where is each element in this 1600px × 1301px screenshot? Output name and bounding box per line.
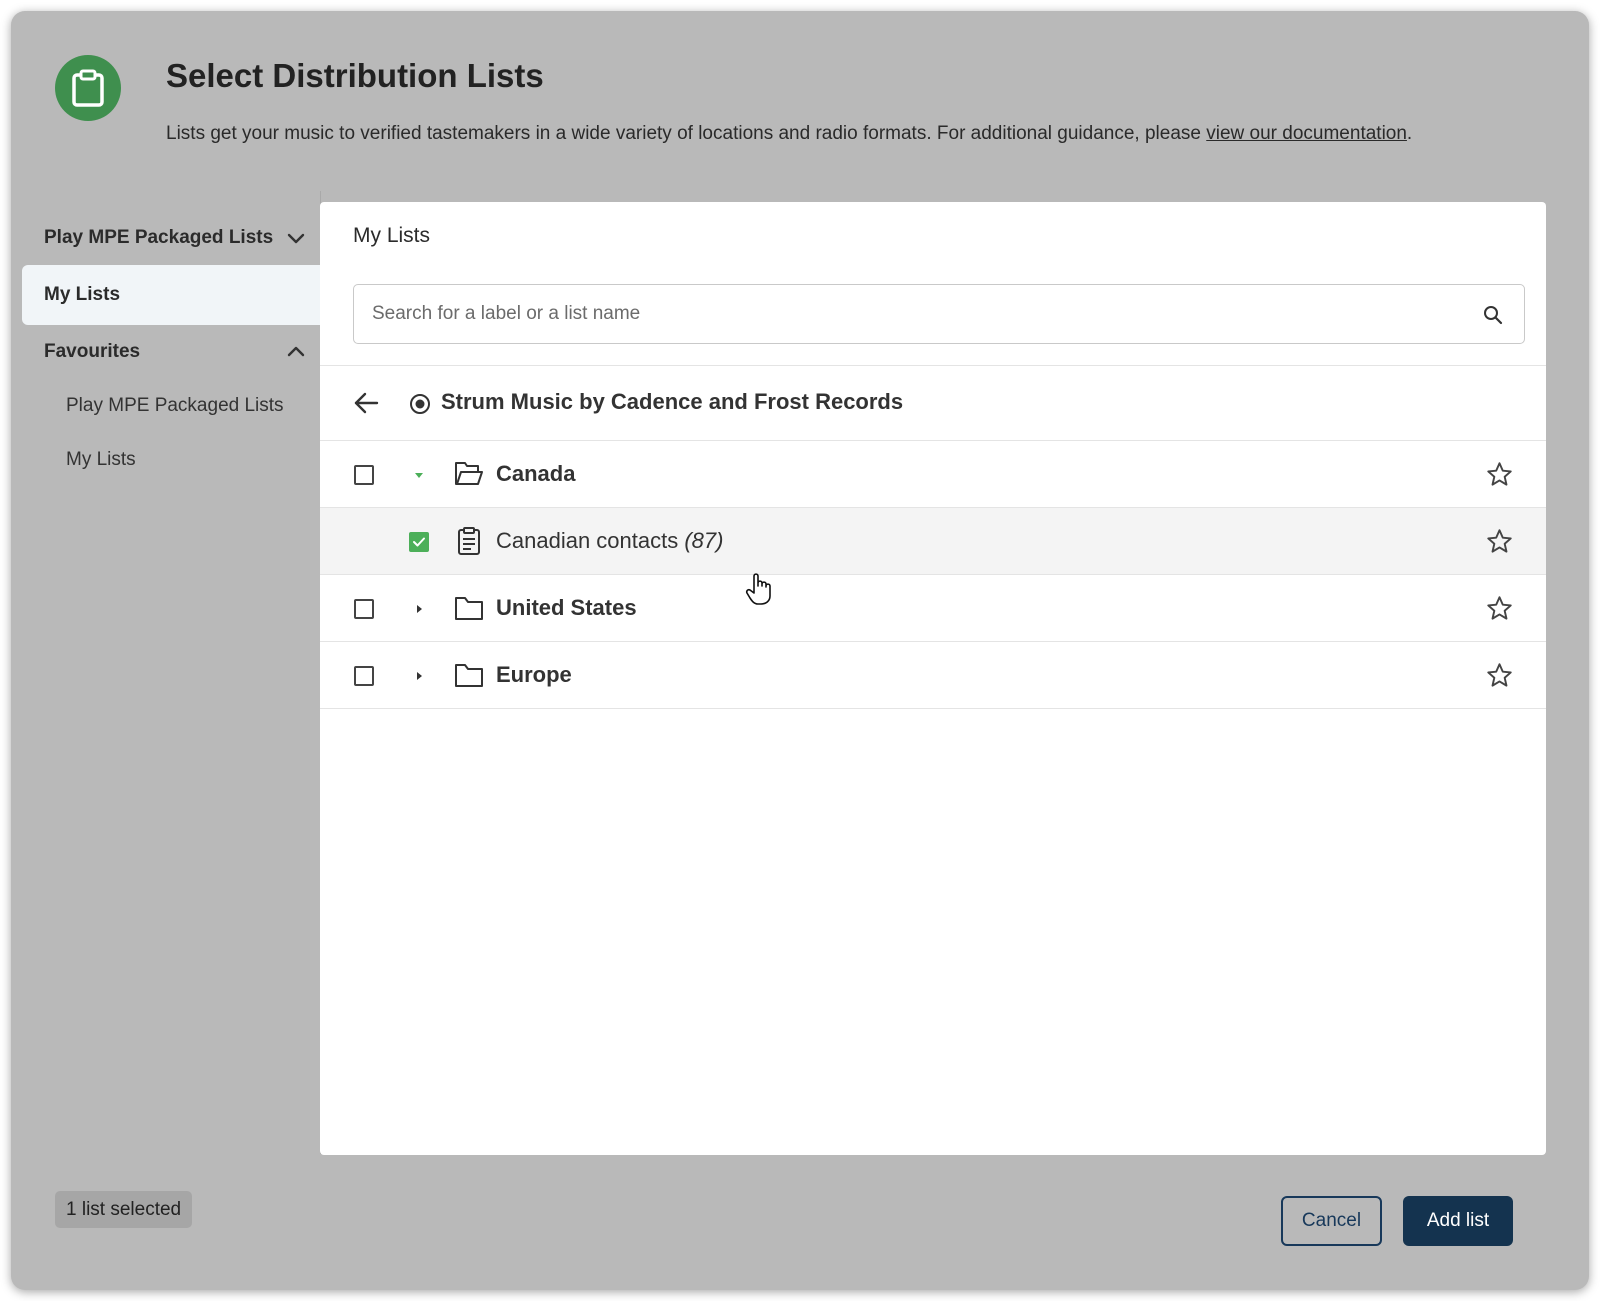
star-icon[interactable]: [1486, 528, 1513, 555]
description-end: .: [1406, 123, 1413, 144]
caret-down-icon[interactable]: [413, 469, 425, 481]
sidebar-item-fav-my-lists[interactable]: My Lists: [22, 433, 321, 487]
description-text: Lists get your music to verified tastema…: [166, 123, 1207, 144]
chevron-up-icon: [287, 346, 305, 357]
modal-title: Select Distribution Lists: [166, 57, 544, 94]
sidebar-item-packaged-lists[interactable]: Play MPE Packaged Lists: [22, 211, 321, 265]
search-icon[interactable]: [1482, 304, 1504, 326]
check-icon: [413, 537, 425, 547]
distribution-lists-modal: Select Distribution Lists Lists get your…: [11, 11, 1589, 1290]
folder-icon: [455, 664, 483, 687]
sidebar-item-fav-packaged-lists[interactable]: Play MPE Packaged Lists: [22, 379, 321, 433]
modal-description: Lists get your music to verified tastema…: [166, 123, 1412, 145]
chevron-down-icon: [287, 233, 305, 244]
lists-panel: My Lists Strum Music by Cadence and Fros…: [320, 202, 1546, 1155]
row-checkbox[interactable]: [354, 666, 374, 686]
list-row-europe[interactable]: Europe: [320, 642, 1546, 709]
sidebar-item-favourites[interactable]: Favourites: [22, 325, 321, 379]
list-name: Canadian contacts: [496, 528, 679, 553]
folder-icon: [455, 597, 483, 620]
row-checkbox[interactable]: [354, 599, 374, 619]
row-label: Canada: [496, 461, 576, 486]
row-checkbox-checked[interactable]: [409, 532, 429, 552]
back-arrow-icon[interactable]: [353, 391, 379, 415]
list-row-united-states[interactable]: United States: [320, 575, 1546, 642]
search-box: [353, 284, 1525, 344]
caret-right-icon[interactable]: [413, 670, 425, 682]
search-input[interactable]: [372, 285, 1472, 343]
hand-cursor-icon: [745, 573, 771, 605]
sidebar-item-my-lists[interactable]: My Lists: [22, 265, 321, 325]
clipboard-icon: [55, 55, 121, 121]
cancel-button[interactable]: Cancel: [1281, 1196, 1382, 1246]
star-icon[interactable]: [1486, 461, 1513, 488]
sidebar-item-label: Play MPE Packaged Lists: [66, 395, 284, 416]
modal-header: Select Distribution Lists Lists get your…: [11, 11, 1589, 191]
list-row-canadian-contacts[interactable]: Canadian contacts (87): [320, 508, 1546, 575]
breadcrumb: Strum Music by Cadence and Frost Records: [320, 366, 1546, 440]
row-label: United States: [496, 595, 637, 620]
sidebar-item-label: My Lists: [66, 449, 136, 470]
row-label: Europe: [496, 662, 572, 687]
sidebar-item-label: Play MPE Packaged Lists: [44, 227, 274, 248]
star-icon[interactable]: [1486, 595, 1513, 622]
modal-footer: 1 list selected Cancel Add list: [11, 1154, 1589, 1290]
row-checkbox[interactable]: [354, 465, 374, 485]
row-label: Canadian contacts (87): [496, 528, 723, 554]
list-count: (87): [684, 528, 724, 553]
sidebar-item-label: My Lists: [44, 284, 121, 305]
star-icon[interactable]: [1486, 662, 1513, 689]
panel-title: My Lists: [353, 224, 431, 247]
list-clipboard-icon: [458, 527, 480, 555]
add-list-button[interactable]: Add list: [1403, 1196, 1513, 1246]
breadcrumb-label: Strum Music by Cadence and Frost Records: [441, 389, 904, 414]
selected-count-badge: 1 list selected: [55, 1191, 193, 1228]
documentation-link[interactable]: view our documentation: [1206, 123, 1407, 144]
caret-right-icon[interactable]: [413, 603, 425, 615]
sidebar: Play MPE Packaged Lists My Lists Favouri…: [11, 191, 321, 1154]
folder-open-icon: [455, 462, 483, 485]
label-target-icon: [410, 394, 430, 414]
list-row-canada[interactable]: Canada: [320, 441, 1546, 508]
sidebar-item-label: Favourites: [44, 341, 141, 362]
